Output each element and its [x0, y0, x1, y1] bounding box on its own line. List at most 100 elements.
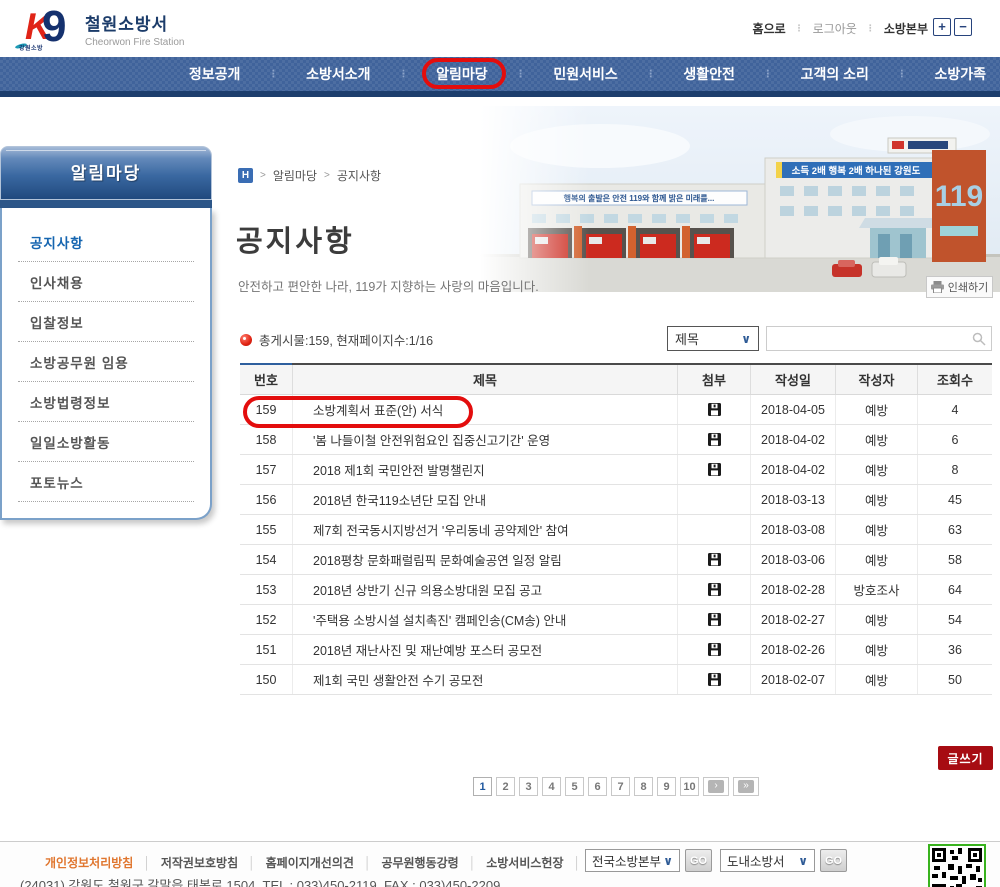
sidebar-title: 알림마당 [1, 147, 211, 201]
page-number-button[interactable]: 3 [519, 777, 538, 796]
row-title-link[interactable]: 2018 제1회 국민안전 발명챌린지 [292, 455, 677, 484]
row-title-link[interactable]: 2018년 재난사진 및 재난예방 포스터 공모전 [292, 635, 677, 664]
attachment-disk-icon[interactable] [708, 643, 721, 656]
nav-item[interactable]: 생활안전 [683, 64, 735, 84]
attachment-disk-icon[interactable] [708, 403, 721, 416]
breadcrumb-home-icon[interactable]: H [238, 168, 253, 183]
page-number-button[interactable]: 8 [634, 777, 653, 796]
breadcrumb-level2[interactable]: 공지사항 [337, 167, 381, 184]
footer-link[interactable]: 소방서비스헌장 [486, 854, 563, 871]
row-number: 156 [240, 485, 292, 514]
row-number: 152 [240, 605, 292, 634]
sidebar-item[interactable]: 공지사항 [18, 222, 194, 262]
table-row: 155 제7회 전국동시지방선거 '우리동네 공약제안' 참여 20 [240, 515, 992, 545]
attachment-disk-icon[interactable] [708, 673, 721, 686]
chevron-down-icon: ∨ [798, 854, 808, 868]
row-title-link[interactable]: 제1회 국민 생활안전 수기 공모전 [292, 665, 677, 694]
sidebar-item[interactable]: 일일소방활동 [18, 422, 194, 462]
nav-item[interactable]: 소방서소개 [306, 64, 370, 84]
print-button[interactable]: 인쇄하기 [926, 276, 993, 298]
nav-separator: ⋮ [763, 69, 773, 80]
nav-item[interactable]: 민원서비스 [553, 64, 617, 84]
table-row: 150 제1회 국민 생활안전 수기 공모전 2018-02-07 [240, 665, 992, 695]
footer-link[interactable]: 공무원행동강령 [381, 854, 458, 871]
sidebar-item[interactable]: 소방법령정보 [18, 382, 194, 422]
footer-link[interactable]: 저작권보호방침 [161, 854, 238, 871]
sidebar-header-strip [0, 200, 212, 208]
notice-table: 번호 제목 첨부 작성일 작성자 조회수 159 소방계획서 표준(안) 서식 [240, 363, 992, 695]
nav-item[interactable]: 알림마당 [436, 64, 488, 84]
row-title-link[interactable]: '봄 나들이철 안전위험요인 집중신고기간' 운영 [292, 425, 677, 454]
row-title-link[interactable]: 2018평창 문화패럴림픽 문화예술공연 일정 알림 [292, 545, 677, 574]
table-row: 153 2018년 상반기 신규 의용소방대원 모집 공고 2018 [240, 575, 992, 605]
page-number-button[interactable]: 6 [588, 777, 607, 796]
row-date: 2018-04-02 [750, 455, 835, 484]
attachment-disk-icon[interactable] [708, 463, 721, 476]
table-header-row: 번호 제목 첨부 작성일 작성자 조회수 [240, 365, 992, 395]
footer-address: (24031) 강원도 철원군 갈말읍 태봉로 1504, TEL : 033)… [20, 875, 500, 887]
arrow-last-icon: » [738, 780, 754, 793]
attachment-disk-icon[interactable] [708, 553, 721, 566]
page-number-button[interactable]: 7 [611, 777, 630, 796]
row-title-link[interactable]: 2018년 상반기 신규 의용소방대원 모집 공고 [292, 575, 677, 604]
page-number-button[interactable]: 9 [657, 777, 676, 796]
nav-separator: ⋮ [897, 69, 907, 80]
utility-separator: ⋮ [866, 23, 875, 34]
row-views: 54 [917, 605, 992, 634]
nav-item[interactable]: 고객의 소리 [801, 64, 869, 84]
footer-separator: │ [143, 856, 151, 870]
row-date: 2018-02-26 [750, 635, 835, 664]
sidebar-item[interactable]: 포토뉴스 [18, 462, 194, 502]
header-author: 작성자 [835, 365, 917, 394]
row-title-link[interactable]: 소방계획서 표준(안) 서식 [292, 395, 677, 424]
national-hq-value: 전국소방본부 [592, 851, 661, 870]
utility-link[interactable]: 소방본부 [884, 20, 928, 37]
sidebar-header: 알림마당 [0, 146, 212, 200]
sidebar-item[interactable]: 소방공무원 임용 [18, 342, 194, 382]
search-category-select[interactable]: 제목 ∨ [667, 326, 759, 351]
footer-link[interactable]: 홈페이지개선의견 [266, 854, 354, 871]
breadcrumb-level1[interactable]: 알림마당 [273, 167, 317, 184]
page-title: 공지사항 [236, 218, 355, 260]
page-number-button[interactable]: 2 [496, 777, 515, 796]
sidebar-item[interactable]: 입찰정보 [18, 302, 194, 342]
nav-item[interactable]: 정보공개 [189, 64, 241, 84]
write-button[interactable]: 글쓰기 [938, 746, 993, 770]
go-button-hq[interactable]: GO [685, 849, 712, 872]
chevron-down-icon: ∨ [663, 854, 673, 868]
row-author: 예방 [835, 545, 917, 574]
page-number-button[interactable]: 5 [565, 777, 584, 796]
attachment-disk-icon[interactable] [708, 583, 721, 596]
attachment-disk-icon[interactable] [708, 433, 721, 446]
font-decrease-button[interactable]: − [954, 18, 972, 36]
nav-item[interactable]: 소방가족 [935, 64, 987, 84]
sidebar-item[interactable]: 인사채용 [18, 262, 194, 302]
search-input[interactable] [771, 328, 966, 349]
row-views: 50 [917, 665, 992, 694]
utility-link[interactable]: 로그아웃 [813, 20, 857, 37]
utility-link[interactable]: 홈으로 [753, 20, 786, 37]
global-nav: 정보공개 ⋮ 소방서소개 ⋮ 알림마당 ⋮ 민원서비스 ⋮ 생활안전 ⋮ 고객의… [0, 57, 1000, 91]
search-icon[interactable] [972, 332, 986, 346]
footer-link[interactable]: 개인정보처리방침 [45, 854, 133, 871]
row-title-link[interactable]: 제7회 전국동시지방선거 '우리동네 공약제안' 참여 [292, 515, 677, 544]
local-station-select[interactable]: 도내소방서 ∨ [720, 849, 815, 872]
national-hq-select[interactable]: 전국소방본부 ∨ [585, 849, 680, 872]
site-logo[interactable]: K 9 강원소방 철원소방서 Cheorwon Fire Station [25, 8, 185, 50]
font-increase-button[interactable]: + [933, 18, 951, 36]
attachment-disk-icon[interactable] [708, 613, 721, 626]
go-button-local[interactable]: GO [820, 849, 847, 872]
next-page-button[interactable]: › [703, 777, 729, 796]
nav-separator: ⋮ [516, 69, 526, 80]
row-title-link[interactable]: '주택용 소방시설 설치촉진' 캠페인송(CM송) 안내 [292, 605, 677, 634]
page-number-button[interactable]: 4 [542, 777, 561, 796]
header-views: 조회수 [917, 365, 992, 394]
page-subtitle: 안전하고 편안한 나라, 119가 지향하는 사랑의 마음입니다. [238, 276, 539, 295]
row-date: 2018-02-27 [750, 605, 835, 634]
last-page-button[interactable]: » [733, 777, 759, 796]
page-number-button[interactable]: 10 [680, 777, 699, 796]
table-row: 151 2018년 재난사진 및 재난예방 포스터 공모전 2018 [240, 635, 992, 665]
row-title-link[interactable]: 2018년 한국119소년단 모집 안내 [292, 485, 677, 514]
row-author: 예방 [835, 395, 917, 424]
page-number-button[interactable]: 1 [473, 777, 492, 796]
